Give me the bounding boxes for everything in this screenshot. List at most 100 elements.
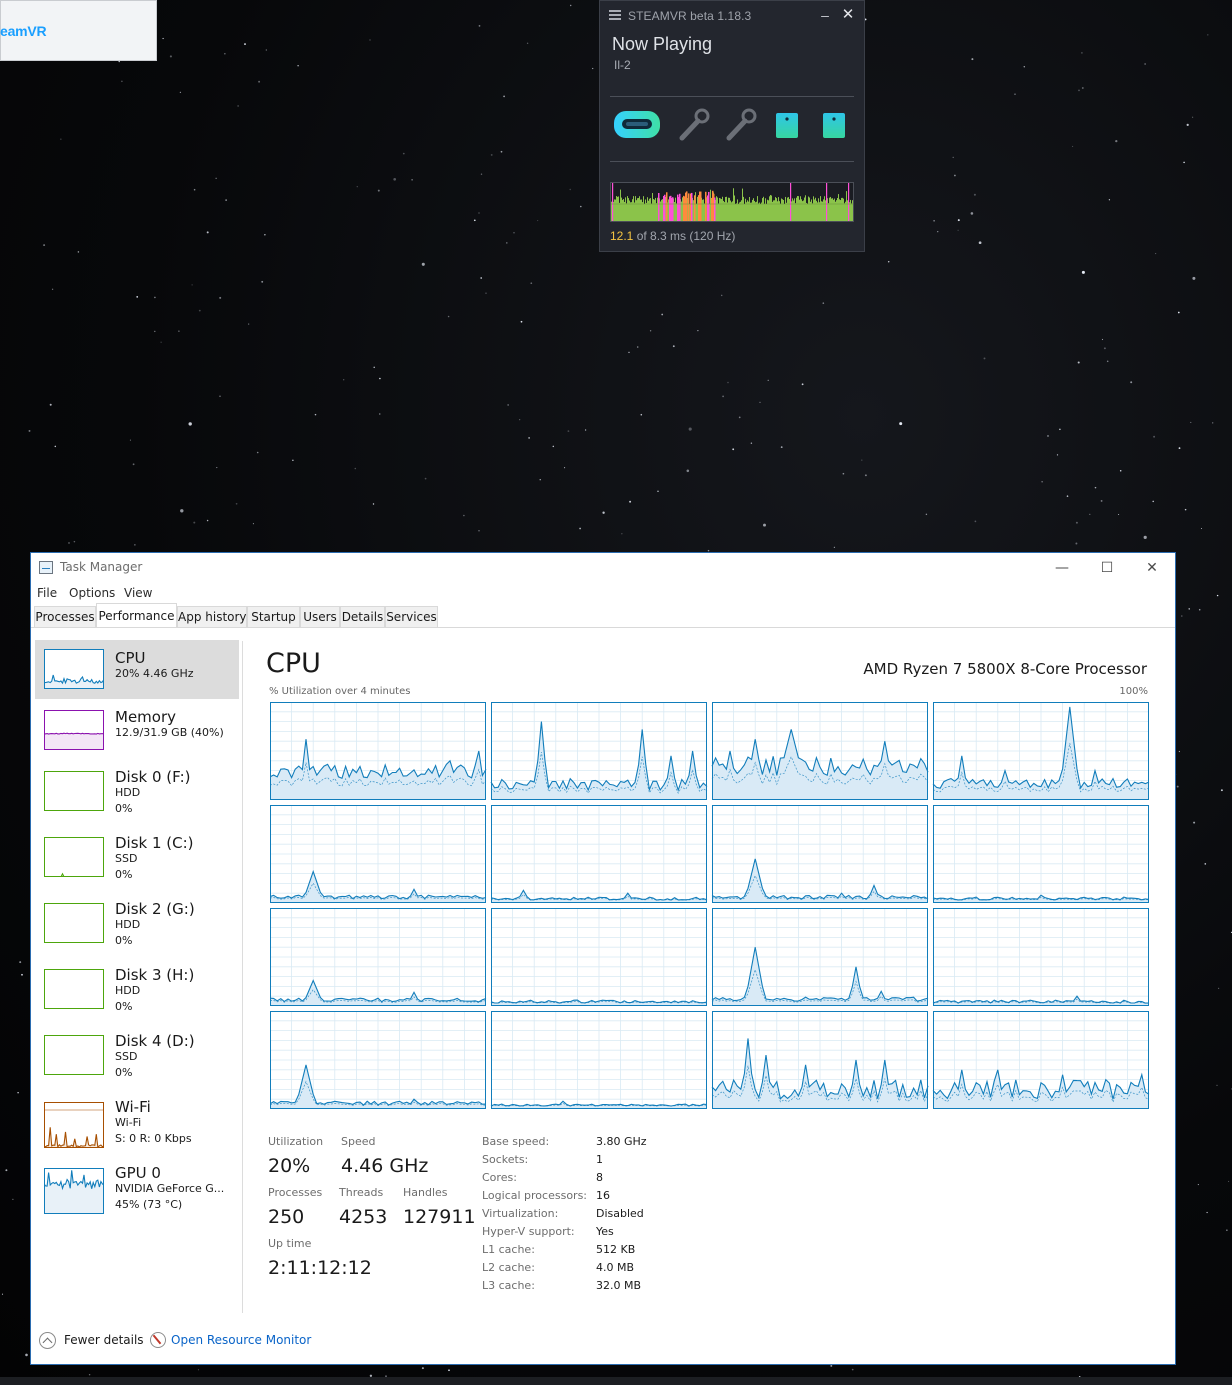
sidebar-item-detail: HDD [115,918,141,931]
base-station-1-icon[interactable] [774,108,800,142]
maximize-button[interactable]: ☐ [1095,557,1119,579]
sidebar-item-label: Disk 4 (D:) [115,1032,195,1050]
wifi-mini-graph [44,1102,104,1148]
base-station-2-icon[interactable] [821,108,847,142]
steamvr-title: STEAMVR beta 1.18.3 [628,9,752,23]
task-manager-titlebar[interactable]: Task Manager — ☐ ✕ [31,553,1175,583]
steamvr-logo-text: eamVR [0,23,47,39]
resource-monitor-icon[interactable] [150,1332,166,1348]
frame-time-value: 12.1 [610,229,634,243]
spec-hyperv-label: Hyper-V support: [482,1225,575,1238]
tab-app-history[interactable]: App history [177,606,247,628]
minimize-button[interactable]: — [1050,557,1074,579]
controller-left-icon[interactable] [676,108,710,142]
sidebar-item-usage: 45% (73 °C) [115,1198,183,1211]
tab-processes[interactable]: Processes [34,606,96,628]
menu-options[interactable]: Options [69,586,115,600]
hamburger-menu-icon[interactable] [609,10,621,20]
windows-taskbar [0,1377,1232,1385]
task-manager-app-icon [39,561,53,574]
sidebar-item-label: Disk 3 (H:) [115,966,195,984]
now-playing-label: Now Playing [612,34,713,54]
sidebar-item-detail: 20% 4.46 GHz [115,667,194,680]
tab-users[interactable]: Users [300,606,340,628]
menu-file[interactable]: File [37,586,57,600]
logical-processor-graphs[interactable] [270,702,1150,1110]
spec-base-speed-value: 3.80 GHz [596,1135,647,1148]
disk-0-mini-graph [44,771,104,811]
task-manager-window[interactable]: Task Manager — ☐ ✕ File Options View Pro… [30,552,1176,1365]
spec-logical-processors-value: 16 [596,1189,610,1202]
open-resource-monitor-link[interactable]: Open Resource Monitor [171,1333,311,1347]
graph-caption: % Utilization over 4 minutes [269,686,411,697]
spec-l3-cache-value: 32.0 MB [596,1279,642,1292]
sidebar-item-disk-3[interactable]: Disk 3 (H:) HDD 0% [35,960,239,1024]
cpu-model-name: AMD Ryzen 7 5800X 8-Core Processor [863,660,1147,678]
cpu-mini-graph [44,649,104,689]
sidebar-item-usage: 0% [115,868,133,881]
steamvr-divider [610,96,854,97]
steamvr-partial-window[interactable]: eamVR [0,0,157,61]
sidebar-item-label: Wi-Fi [115,1098,151,1116]
steamvr-close-button[interactable]: ✕ [840,6,856,24]
sidebar-item-detail: SSD [115,852,138,865]
disk-4-mini-graph [44,1035,104,1075]
controller-right-icon[interactable] [723,108,757,142]
disk-1-mini-graph [44,837,104,877]
sidebar-item-usage: S: 0 R: 0 Kbps [115,1132,192,1145]
sidebar-item-label: Disk 0 (F:) [115,768,191,786]
spec-cores-label: Cores: [482,1171,517,1184]
graph-max-label: 100% [1119,686,1148,697]
steamvr-divider [610,161,854,162]
tab-details[interactable]: Details [340,606,385,628]
tab-services[interactable]: Services [385,606,438,628]
uptime-value: 2:11:12:12 [268,1257,372,1279]
tab-startup[interactable]: Startup [247,606,300,628]
close-button[interactable]: ✕ [1140,557,1164,579]
menu-view[interactable]: View [124,586,152,600]
steamvr-minimize-button[interactable]: – [818,8,832,24]
headset-icon[interactable] [612,108,662,142]
sidebar-item-usage: 0% [115,802,133,815]
frame-time-readout: 12.1 of 8.3 ms (120 Hz) [610,229,735,243]
tab-underline [31,627,1175,628]
processes-value: 250 [268,1206,305,1228]
steamvr-status-window[interactable]: STEAMVR beta 1.18.3 – ✕ Now Playing Il-2… [599,0,865,252]
spec-l1-cache-label: L1 cache: [482,1243,535,1256]
sidebar-item-detail: Wi-Fi [115,1116,142,1129]
sidebar-item-usage: 0% [115,934,133,947]
speed-value: 4.46 GHz [341,1155,429,1177]
sidebar-item-memory[interactable]: Memory 12.9/31.9 GB (40%) [35,702,239,760]
utilization-value: 20% [268,1155,311,1177]
tab-performance[interactable]: Performance [96,603,177,628]
spec-virtualization-label: Virtualization: [482,1207,559,1220]
sidebar-item-disk-0[interactable]: Disk 0 (F:) HDD 0% [35,762,239,826]
now-playing-game: Il-2 [614,58,631,72]
window-title: Task Manager [60,560,143,574]
memory-mini-graph [44,710,104,750]
frame-timing-graph[interactable] [610,182,854,222]
sidebar-item-disk-2[interactable]: Disk 2 (G:) HDD 0% [35,894,239,958]
sidebar-divider [242,641,243,1313]
sidebar-item-label: Disk 2 (G:) [115,900,195,918]
gpu-mini-graph [44,1168,104,1214]
sidebar-item-disk-4[interactable]: Disk 4 (D:) SSD 0% [35,1026,239,1090]
sidebar-item-detail: NVIDIA GeForce G... [115,1182,225,1195]
sidebar-item-detail: HDD [115,984,141,997]
handles-label: Handles [403,1186,448,1199]
steamvr-titlebar[interactable]: STEAMVR beta 1.18.3 – ✕ [600,1,864,31]
spec-l2-cache-value: 4.0 MB [596,1261,635,1274]
sidebar-item-label: Memory [115,708,177,726]
spec-sockets-label: Sockets: [482,1153,529,1166]
threads-label: Threads [339,1186,384,1199]
processes-label: Processes [268,1186,323,1199]
spec-logical-processors-label: Logical processors: [482,1189,588,1202]
sidebar-item-disk-1[interactable]: Disk 1 (C:) SSD 0% [35,828,239,892]
fewer-details-button[interactable]: Fewer details [64,1333,144,1347]
sidebar-item-gpu-0[interactable]: GPU 0 NVIDIA GeForce G... 45% (73 °C) [35,1158,239,1222]
uptime-label: Up time [268,1237,312,1250]
panel-title: CPU [266,648,321,679]
sidebar-item-cpu[interactable]: CPU 20% 4.46 GHz [35,640,239,699]
chevron-up-icon[interactable] [39,1332,56,1349]
sidebar-item-wifi[interactable]: Wi-Fi Wi-Fi S: 0 R: 0 Kbps [35,1092,239,1156]
